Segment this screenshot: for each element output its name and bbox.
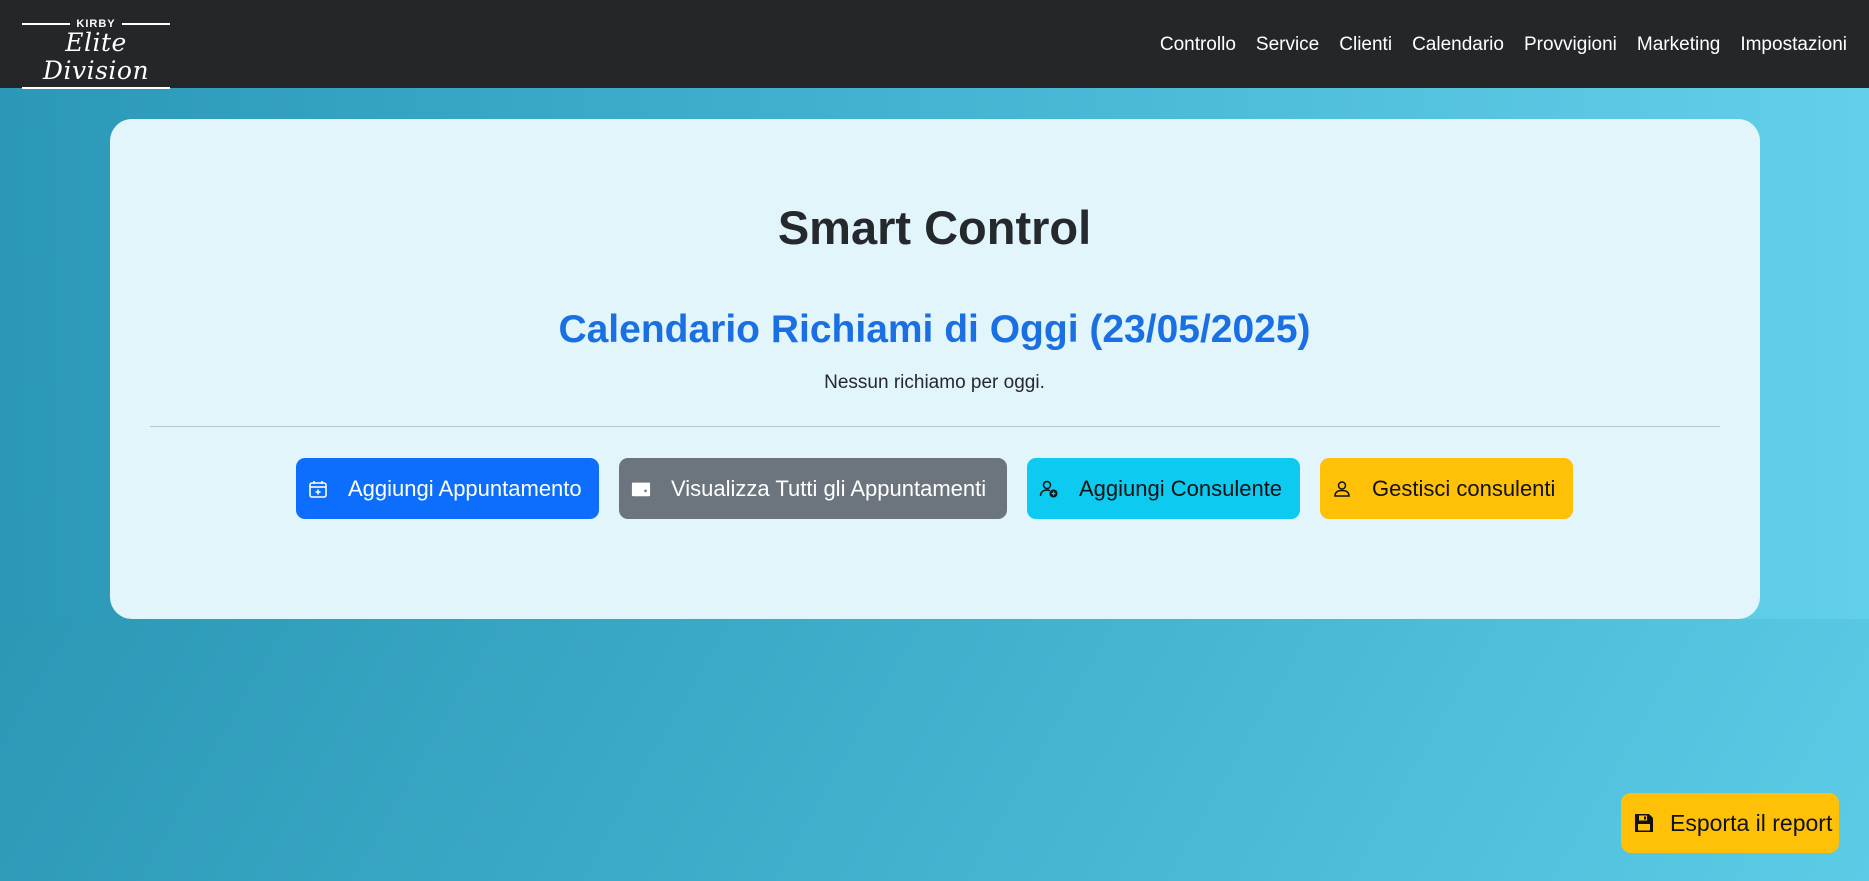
view-all-appointments-button[interactable]: Visualizza Tutti gli Appuntamenti <box>619 458 1007 519</box>
nav-item-calendario[interactable]: Calendario <box>1412 34 1504 56</box>
nav-links: Controllo Service Clienti Calendario Pro… <box>1160 34 1847 56</box>
export-report-label: Esporta il report <box>1670 809 1833 836</box>
save-icon <box>1632 811 1656 835</box>
add-consultant-label: Aggiungi Consulente <box>1079 475 1283 501</box>
top-navbar: KIRBY Elite Division Controllo Service C… <box>0 0 1869 89</box>
recalls-heading: Calendario Richiami di Oggi (23/05/2025) <box>558 308 1311 351</box>
brand-logo[interactable]: KIRBY Elite Division <box>22 18 171 89</box>
view-all-appointments-label: Visualizza Tutti gli Appuntamenti <box>671 475 987 501</box>
divider <box>150 426 1720 427</box>
add-consultant-button[interactable]: Aggiungi Consulente <box>1027 458 1300 519</box>
calendar-plus-icon <box>308 479 328 499</box>
manage-consultants-label: Gestisci consulenti <box>1372 475 1556 501</box>
logo-bottom-rule <box>22 87 170 89</box>
nav-item-impostazioni[interactable]: Impostazioni <box>1740 34 1847 56</box>
manage-consultants-button[interactable]: Gestisci consulenti <box>1320 458 1573 519</box>
nav-item-marketing[interactable]: Marketing <box>1637 34 1720 56</box>
nav-item-provvigioni[interactable]: Provvigioni <box>1524 34 1617 56</box>
page-title: Smart Control <box>777 201 1092 254</box>
logo-rule-right <box>121 23 171 25</box>
logo-rule-left <box>22 23 71 25</box>
logo-script-text: Elite Division <box>42 28 150 85</box>
add-appointment-button[interactable]: Aggiungi Appuntamento <box>296 458 599 519</box>
main-card <box>110 119 1760 619</box>
add-appointment-label: Aggiungi Appuntamento <box>348 475 582 501</box>
export-report-button[interactable]: Esporta il report <box>1621 793 1839 853</box>
nav-item-clienti[interactable]: Clienti <box>1339 34 1392 56</box>
person-icon <box>1332 479 1352 499</box>
person-add-icon <box>1039 479 1059 499</box>
empty-recalls-message: Nessun richiamo per oggi. <box>824 372 1045 393</box>
wallet-icon <box>631 479 651 499</box>
nav-item-controllo[interactable]: Controllo <box>1160 34 1236 56</box>
nav-item-service[interactable]: Service <box>1256 34 1319 56</box>
